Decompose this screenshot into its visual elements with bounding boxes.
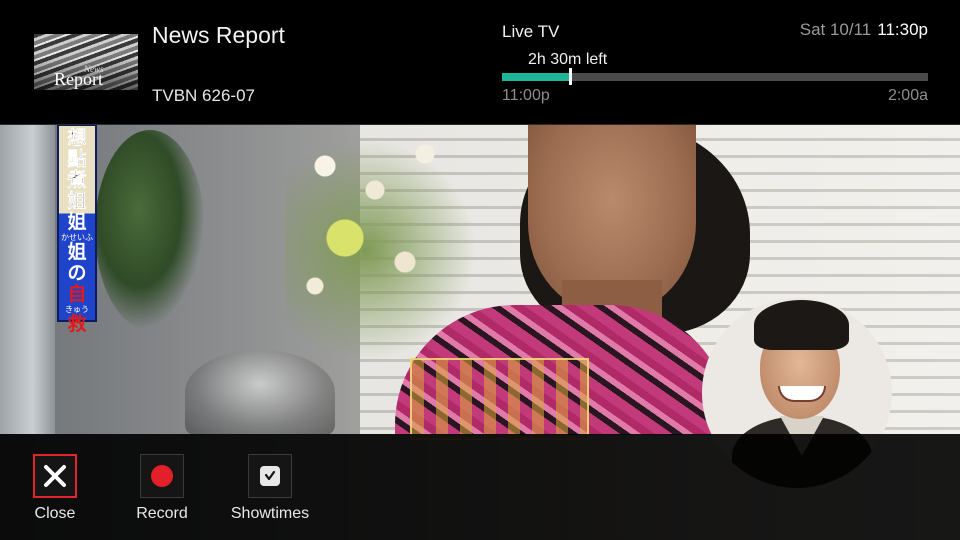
program-end-time: 2:00a — [887, 87, 928, 104]
record-action[interactable]: Record — [114, 454, 210, 523]
action-bar: Close Record Showtimes — [0, 434, 960, 540]
caption-char: 想 — [67, 127, 87, 149]
caption-char: 點 — [67, 148, 87, 170]
record-button[interactable] — [140, 454, 184, 498]
thumbnail-big-text: Report — [54, 69, 103, 89]
showtimes-action[interactable]: Showtimes — [222, 454, 318, 523]
record-label: Record — [136, 505, 188, 522]
showtimes-button[interactable] — [248, 454, 292, 498]
program-caption: 想 點 煮 姐 姐 かせいふ 姐 の 自 きゅう 救 — [57, 124, 97, 335]
glass-vase — [185, 350, 335, 435]
guest-hair — [754, 300, 849, 350]
progress-fill — [502, 73, 571, 81]
program-title: News Report — [152, 22, 285, 48]
clock-icon — [260, 466, 280, 486]
caption-char: の — [67, 262, 87, 284]
plant — [95, 130, 205, 330]
refrigerator — [0, 124, 55, 434]
showtimes-label: Showtimes — [230, 505, 310, 522]
program-info-panel: News Report News Report TVBN 626-07 Live… — [0, 0, 960, 125]
close-button[interactable] — [33, 454, 77, 498]
show-logo-overlay — [410, 358, 589, 440]
program-thumbnail: News Report — [34, 34, 138, 90]
caption-char: 煮 — [67, 169, 87, 191]
program-progress-bar — [502, 68, 928, 85]
caption-char: 姐 — [67, 241, 87, 263]
channel-number: TVBN 626-07 — [152, 86, 255, 105]
current-datetime: Sat 10/11 11:30p — [800, 20, 928, 40]
current-time: 11:30p — [877, 20, 928, 39]
caption-char: 姐 — [67, 211, 87, 233]
caption-char: 自 — [67, 283, 87, 305]
caption-char: 姐 — [67, 190, 87, 212]
close-label: Close — [34, 505, 76, 522]
close-action[interactable]: Close — [7, 454, 103, 523]
current-date: Sat 10/11 — [799, 20, 872, 39]
time-remaining: 2h 30m left — [528, 51, 608, 68]
live-tv-label: Live TV — [502, 22, 560, 41]
record-icon — [151, 465, 173, 487]
caption-char: 救 — [67, 313, 87, 335]
progress-playhead — [569, 68, 573, 85]
program-start-time: 11:00p — [502, 87, 550, 104]
close-icon — [44, 465, 66, 487]
